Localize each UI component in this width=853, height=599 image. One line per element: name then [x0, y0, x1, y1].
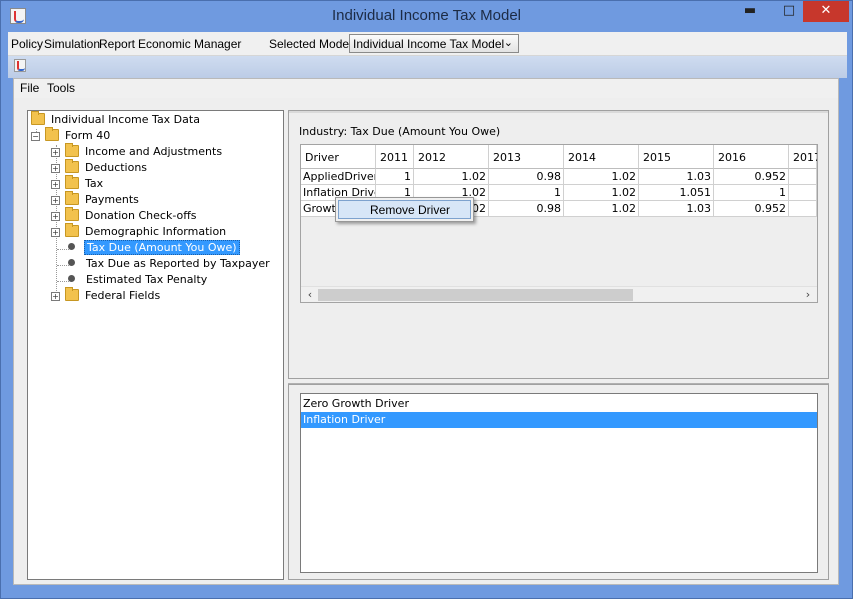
list-item-selected[interactable]: Inflation Driver	[301, 412, 817, 428]
tree-leaf[interactable]: Estimated Tax Penalty	[68, 273, 209, 289]
internal-frame-titlebar[interactable]	[8, 56, 847, 78]
maximize-button[interactable]: □	[776, 1, 802, 22]
scroll-left-icon[interactable]: ‹	[303, 288, 317, 302]
expand-icon[interactable]: +	[51, 180, 60, 189]
list-item[interactable]: Zero Growth Driver	[301, 396, 817, 412]
driver-table-panel: Industry: Tax Due (Amount You Owe) Drive…	[288, 110, 829, 379]
table-cell[interactable]: 1.03	[639, 169, 714, 185]
folder-icon	[65, 143, 79, 157]
column-header[interactable]: 2014	[564, 145, 639, 169]
table-cell[interactable]: 1.02	[564, 201, 639, 217]
menu-file[interactable]: File	[20, 81, 39, 95]
remove-driver-menu-item[interactable]: Remove Driver	[338, 200, 471, 219]
folder-icon	[65, 175, 79, 189]
table-cell[interactable]: 1.02	[564, 185, 639, 201]
inner-menu-bar: File Tools	[14, 79, 838, 98]
tree-leaf[interactable]: Tax Due as Reported by Taxpayer	[68, 257, 272, 273]
collapse-icon[interactable]: −	[31, 132, 40, 141]
table-cell[interactable]	[789, 201, 817, 217]
scrollbar-thumb[interactable]	[318, 289, 633, 301]
column-header[interactable]: 2012	[414, 145, 489, 169]
table-cell[interactable]: 1.051	[639, 185, 714, 201]
scroll-right-icon[interactable]: ›	[801, 288, 815, 302]
context-menu: Remove Driver	[335, 197, 474, 222]
main-menu-bar: Policy Simulation Report Economic Manage…	[8, 32, 847, 56]
expand-icon[interactable]: +	[51, 212, 60, 221]
table-cell[interactable]: 1	[714, 185, 789, 201]
table-cell[interactable]	[789, 185, 817, 201]
table-cell[interactable]: 1	[489, 185, 564, 201]
java-frame-icon	[14, 59, 26, 72]
tree-group[interactable]: + Demographic Information	[51, 223, 228, 241]
column-header[interactable]: 2013	[489, 145, 564, 169]
table-cell[interactable]: 1.03	[639, 201, 714, 217]
table-cell[interactable]	[789, 169, 817, 185]
data-tree[interactable]: Individual Income Tax Data − Form 40 + Inc…	[27, 110, 284, 580]
column-header[interactable]: 2015	[639, 145, 714, 169]
table-cell[interactable]: 0.98	[489, 169, 564, 185]
table-cell[interactable]: 0.952	[714, 169, 789, 185]
expand-icon[interactable]: +	[51, 164, 60, 173]
column-header[interactable]: 2016	[714, 145, 789, 169]
tree-leaf-selected[interactable]: Tax Due (Amount You Owe)	[68, 240, 240, 257]
driver-list[interactable]: Zero Growth Driver Inflation Driver	[300, 393, 818, 573]
folder-icon	[65, 207, 79, 221]
table-cell[interactable]: 0.98	[489, 201, 564, 217]
selected-model-label: Selected Model:	[269, 37, 356, 51]
tree-group[interactable]: + Donation Check-offs	[51, 207, 199, 225]
leaf-icon	[68, 275, 75, 282]
column-header[interactable]: 2011	[376, 145, 414, 169]
expand-icon[interactable]: +	[51, 196, 60, 205]
folder-icon	[65, 191, 79, 205]
table-cell[interactable]: 1.02	[414, 169, 489, 185]
table-cell[interactable]: AppliedDriver	[301, 169, 376, 185]
tree-root[interactable]: Individual Income Tax Data	[31, 111, 202, 129]
menu-tools[interactable]: Tools	[47, 81, 75, 95]
industry-label: Industry: Tax Due (Amount You Owe)	[299, 125, 501, 138]
expand-icon[interactable]: +	[51, 228, 60, 237]
table-cell[interactable]: 1.02	[564, 169, 639, 185]
window-title: Individual Income Tax Model	[332, 7, 521, 24]
tree-group[interactable]: + Federal Fields	[51, 287, 162, 305]
chevron-down-icon: ⌄	[503, 37, 513, 49]
panel-divider	[289, 111, 828, 113]
driver-table[interactable]: Driver 2011 2012 2013 2014 2015 2016 201…	[300, 144, 818, 303]
folder-icon	[65, 223, 79, 237]
leaf-icon	[68, 259, 75, 266]
internal-frame: File Tools Individual Income Tax Data − F…	[13, 78, 839, 585]
menu-simulation[interactable]: Simulation	[44, 37, 100, 51]
minimize-button[interactable]: ▬	[737, 1, 763, 22]
folder-icon	[45, 127, 59, 141]
table-cell[interactable]: 1	[376, 169, 414, 185]
menu-report[interactable]: Report	[99, 37, 135, 51]
menu-policy[interactable]: Policy	[11, 37, 43, 51]
title-bar[interactable]: Individual Income Tax Model ▬ □ ✕	[1, 1, 852, 32]
driver-list-panel: Zero Growth Driver Inflation Driver	[288, 384, 829, 580]
leaf-icon	[68, 243, 75, 250]
model-select[interactable]: Individual Income Tax Model ⌄	[349, 34, 519, 53]
app-window: Individual Income Tax Model ▬ □ ✕ Policy…	[0, 0, 853, 599]
tree-group[interactable]: + Tax	[51, 175, 105, 193]
column-header[interactable]: Driver	[301, 145, 376, 169]
folder-icon	[65, 287, 79, 301]
tree-group[interactable]: + Income and Adjustments	[51, 143, 224, 161]
folder-icon	[31, 111, 45, 125]
horizontal-scrollbar[interactable]: ‹ ›	[301, 286, 817, 302]
close-button[interactable]: ✕	[803, 1, 849, 22]
folder-icon	[65, 159, 79, 173]
menu-economic-manager[interactable]: Economic Manager	[138, 37, 241, 51]
table-cell[interactable]: 0.952	[714, 201, 789, 217]
expand-icon[interactable]: +	[51, 148, 60, 157]
column-header[interactable]: 2017	[789, 145, 817, 169]
model-select-value: Individual Income Tax Model	[353, 37, 505, 51]
expand-icon[interactable]: +	[51, 292, 60, 301]
